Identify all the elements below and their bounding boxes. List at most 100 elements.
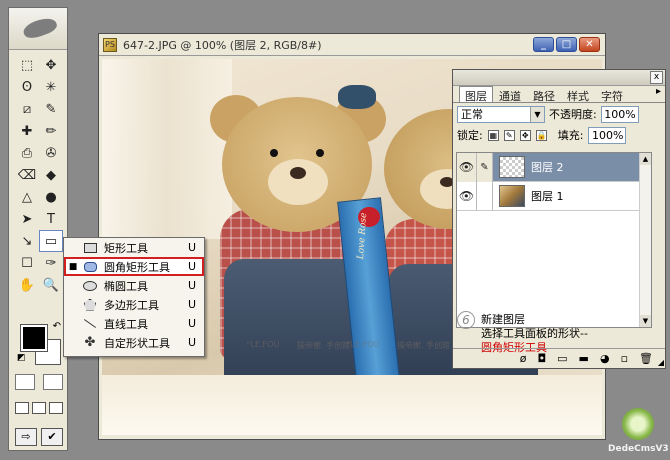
standard-mode-button[interactable]	[15, 374, 35, 390]
eraser-tool-icon[interactable]: ⌫	[15, 164, 39, 186]
shortcut-key: U	[188, 241, 197, 254]
layer-row[interactable]: 👁 ✎ 图层 2	[457, 152, 651, 182]
shape-tool-icon[interactable]: ▭	[39, 230, 63, 252]
jump-to-imageready-button[interactable]: ⇨	[15, 428, 37, 446]
pen-tool-icon[interactable]: ↘	[15, 230, 39, 252]
flyout-item-ellipse[interactable]: 椭圆工具 U	[64, 276, 204, 295]
add-mask-icon[interactable]: ▭	[557, 352, 567, 365]
lock-label: 锁定:	[457, 129, 483, 142]
fill-input[interactable]: 100%	[588, 126, 627, 144]
visibility-eye-icon[interactable]: 👁	[457, 152, 477, 182]
tab-3[interactable]: 样式	[561, 86, 595, 103]
tab-4[interactable]: 字符	[595, 86, 629, 103]
note-line: 选择工具面板的形状--	[481, 327, 588, 340]
blend-mode-select[interactable]: 正常 ▼	[457, 105, 545, 123]
layer-list-scrollbar[interactable]: ▲ ▼	[639, 153, 651, 327]
tab-1[interactable]: 通道	[493, 86, 527, 103]
flyout-item-line[interactable]: 直线工具 U	[64, 314, 204, 333]
crop-tool-icon[interactable]: ⧄	[15, 98, 39, 120]
watermark-text: 操帝榭. 手创館	[297, 341, 351, 350]
full-screen-menu-mode-button[interactable]	[32, 402, 46, 414]
history-brush-tool-icon[interactable]: ✇	[39, 142, 63, 164]
lock-transparent-icon[interactable]: ▦	[487, 129, 499, 141]
lock-position-icon[interactable]: ✥	[519, 129, 531, 141]
palette-close-button[interactable]: x	[650, 71, 663, 84]
flower-logo-icon	[622, 408, 654, 440]
resize-grip-icon[interactable]: ◢	[658, 358, 664, 367]
move-tool-icon[interactable]: ✥	[39, 54, 63, 76]
flyout-item-polygon[interactable]: 多边形工具 U	[64, 295, 204, 314]
blur-tool-icon[interactable]: △	[15, 186, 39, 208]
layers-palette: x 图层 通道 路径 样式 字符 ▸ 正常 ▼ 不透明度: 100% 锁定: ▦ ✎ ✥ …	[452, 69, 666, 369]
add-layer-style-icon[interactable]: ◘	[537, 352, 546, 365]
slice-tool-icon[interactable]: ✎	[39, 98, 63, 120]
adjustment-layer-icon[interactable]: ◕	[600, 352, 610, 365]
paint-bucket-tool-icon[interactable]: ◆	[39, 164, 63, 186]
lock-all-icon[interactable]: 🔒	[535, 129, 547, 141]
shortcut-key: U	[188, 260, 197, 273]
shape-tool-flyout-menu: 矩形工具 U ■ 圆角矩形工具 U 椭圆工具 U 多边形工具 U 直线工具 U ✤ 自定形状工具 U	[63, 237, 205, 357]
floor-surface	[102, 375, 602, 435]
watermark-text: 操帝榭. 手创館	[397, 341, 451, 350]
opacity-input[interactable]: 100%	[600, 105, 639, 123]
magic-wand-tool-icon[interactable]: ✳	[39, 76, 63, 98]
color-swatches: ↶ ◩	[17, 321, 63, 365]
healing-brush-tool-icon[interactable]: ✚	[15, 120, 39, 142]
new-set-icon[interactable]: ▬	[579, 352, 589, 365]
visibility-eye-icon[interactable]: 👁	[457, 181, 477, 211]
flyout-item-rectangle[interactable]: 矩形工具 U	[64, 238, 204, 257]
tab-0[interactable]: 图层	[459, 86, 493, 103]
layer-thumbnail	[499, 156, 525, 178]
bear-nose-left	[290, 167, 306, 179]
layer-link-brush-icon[interactable]	[477, 181, 493, 211]
clone-stamp-tool-icon[interactable]: ⎙	[15, 142, 39, 164]
flyout-item-label: 自定形状工具	[104, 336, 170, 350]
type-tool-icon[interactable]: T	[39, 208, 63, 230]
flyout-item-label: 圆角矩形工具	[104, 260, 170, 274]
eyedropper-tool-icon[interactable]: ✑	[39, 252, 63, 274]
maximize-button[interactable]: □	[556, 37, 577, 52]
full-screen-mode-button[interactable]	[49, 402, 63, 414]
shortcut-key: U	[188, 317, 197, 330]
path-selection-tool-icon[interactable]: ➤	[15, 208, 39, 230]
chevron-down-icon[interactable]: ▼	[530, 106, 544, 122]
close-button[interactable]: ✕	[579, 37, 600, 52]
step-number-badge: 6	[457, 311, 475, 329]
palette-titlebar[interactable]: x	[453, 70, 665, 86]
flyout-item-custom-shape[interactable]: ✤ 自定形状工具 U	[64, 333, 204, 352]
notes-tool-icon[interactable]: ☐	[15, 252, 39, 274]
zoom-tool-icon[interactable]: 🔍	[39, 274, 63, 296]
bear-eye	[316, 149, 324, 157]
default-colors-icon[interactable]: ◩	[17, 353, 26, 363]
ellipse-icon	[82, 280, 98, 292]
palette-bottom-bar: ø ◘ ▭ ▬ ◕ ▫ 🗑	[453, 348, 665, 368]
palette-menu-icon[interactable]: ▸	[656, 86, 661, 102]
layer-link-brush-icon[interactable]: ✎	[477, 152, 493, 182]
layer-row[interactable]: 👁 图层 1	[457, 181, 651, 211]
delete-layer-icon[interactable]: 🗑	[639, 352, 653, 365]
lasso-tool-icon[interactable]: ʘ	[15, 76, 39, 98]
link-layers-icon[interactable]: ø	[520, 352, 527, 365]
custom-shape-icon: ✤	[84, 335, 96, 350]
check-button[interactable]: ✔	[41, 428, 63, 446]
tab-2[interactable]: 路径	[527, 86, 561, 103]
scroll-down-icon[interactable]: ▼	[640, 315, 651, 327]
minimize-button[interactable]: _	[533, 37, 554, 52]
marquee-tool-icon[interactable]: ⬚	[15, 54, 39, 76]
swap-colors-icon[interactable]: ↶	[53, 321, 61, 332]
shortcut-key: U	[188, 279, 197, 292]
scroll-up-icon[interactable]: ▲	[640, 153, 651, 165]
toolbox: ⬚ ✥ ʘ ✳ ⧄ ✎ ✚ ✏ ⎙ ✇ ⌫ ◆ △ ● ➤ T ↘ ▭ ☐ ✑ ✋ 🔍 ↶ ◩ ⇨ ✔	[8, 7, 68, 451]
brush-tool-icon[interactable]: ✏	[39, 120, 63, 142]
lock-image-icon[interactable]: ✎	[503, 129, 515, 141]
document-file-icon: PS	[103, 37, 117, 52]
hand-tool-icon[interactable]: ✋	[15, 274, 39, 296]
foreground-color-swatch[interactable]	[20, 324, 48, 352]
quick-mask-mode-button[interactable]	[43, 374, 63, 390]
standard-screen-mode-button[interactable]	[15, 402, 29, 414]
dodge-tool-icon[interactable]: ●	[39, 186, 63, 208]
document-titlebar[interactable]: PS 647-2.JPG @ 100% (图层 2, RGB/8#) _ □ ✕	[99, 34, 605, 56]
flyout-item-rounded-rectangle[interactable]: ■ 圆角矩形工具 U	[64, 257, 204, 276]
new-layer-icon[interactable]: ▫	[621, 352, 628, 365]
bear-muzzle-left	[268, 159, 328, 205]
